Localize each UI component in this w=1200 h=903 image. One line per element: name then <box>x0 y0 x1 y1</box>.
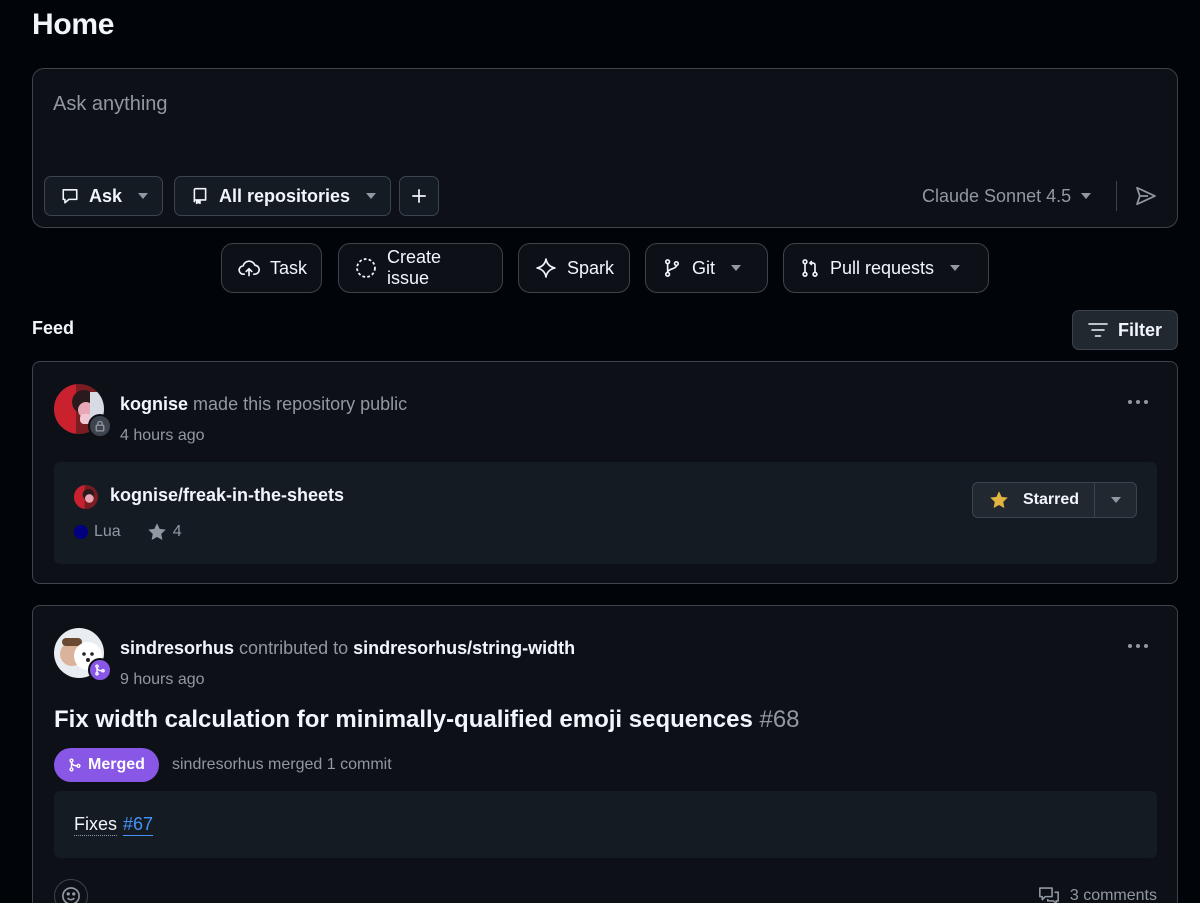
more-options-icon[interactable] <box>1123 392 1153 412</box>
chevron-down-icon <box>138 193 149 199</box>
chevron-down-icon <box>1110 497 1121 503</box>
comments-link[interactable]: 3 comments <box>1038 886 1157 903</box>
target-repo-link[interactable]: sindresorhus/string-width <box>353 638 575 658</box>
pr-title-text: Fix width calculation for minimally-qual… <box>54 706 753 733</box>
copilot-composer: Ask anything Ask All repositories Claude… <box>32 68 1178 228</box>
filter-button[interactable]: Filter <box>1072 310 1178 350</box>
repo-language: Lua <box>94 523 121 540</box>
language-color-dot <box>74 525 88 539</box>
repo-star-count[interactable]: 4 <box>173 523 182 541</box>
mode-select-label: Ask <box>89 185 123 206</box>
quick-action-create-issue[interactable]: Create issue <box>338 243 503 293</box>
quick-action-label: Create issue <box>387 247 442 288</box>
star-lists-dropdown[interactable] <box>1095 483 1136 517</box>
merged-status-badge: Merged <box>54 748 159 782</box>
pr-body: Fixes #67 <box>54 791 1157 858</box>
merge-summary: sindresorhus merged 1 commit <box>172 756 392 773</box>
quick-action-task[interactable]: Task <box>221 243 322 293</box>
fixes-keyword: Fixes <box>74 813 118 836</box>
feed-item-contribution: sindresorhus contributed to sindresorhus… <box>32 605 1178 903</box>
filter-icon <box>1088 322 1108 338</box>
pull-request-title[interactable]: Fix width calculation for minimally-qual… <box>54 706 800 734</box>
event-timestamp: 4 hours ago <box>120 427 205 444</box>
quick-action-label: Task <box>270 257 308 278</box>
repo-owner-avatar <box>74 485 98 509</box>
composer-divider <box>1116 181 1117 211</box>
git-merge-icon <box>88 658 112 682</box>
issue-link[interactable]: #67 <box>123 814 154 836</box>
chevron-down-icon <box>731 265 742 271</box>
event-action-text: made this repository public <box>193 394 408 414</box>
actor-avatar[interactable] <box>54 384 112 438</box>
more-options-icon[interactable] <box>1123 636 1153 656</box>
feed-item-repo-public: kognise made this repository public 4 ho… <box>32 361 1178 584</box>
quick-action-spark[interactable]: Spark <box>518 243 630 293</box>
star-button-group: Starred <box>972 482 1137 518</box>
add-context-button[interactable] <box>399 176 439 216</box>
event-description: kognise made this repository public <box>120 394 407 415</box>
model-select-label: Claude Sonnet 4.5 <box>922 185 1072 206</box>
repo-summary: kognise/freak-in-the-sheets Lua 4 Starre… <box>54 462 1157 564</box>
plus-icon <box>410 187 428 205</box>
starred-button[interactable]: Starred <box>973 483 1095 517</box>
quick-action-pull-requests[interactable]: Pull requests <box>783 243 989 293</box>
quick-action-label: Pull requests <box>830 257 935 278</box>
add-reaction-button[interactable] <box>54 879 88 903</box>
event-action-text: contributed to <box>239 638 349 658</box>
comments-count: 3 comments <box>1069 887 1157 903</box>
quick-action-label: Spark <box>567 257 615 278</box>
repo-meta: Lua 4 <box>74 522 182 542</box>
chevron-down-icon <box>950 265 961 271</box>
star-filled-icon <box>989 490 1009 510</box>
git-merge-icon <box>68 758 82 772</box>
model-select[interactable]: Claude Sonnet 4.5 <box>922 176 1092 216</box>
repo-link[interactable]: kognise/freak-in-the-sheets <box>110 485 344 506</box>
mode-select-button[interactable]: Ask <box>44 176 164 216</box>
filter-label: Filter <box>1118 319 1163 340</box>
cloud-upload-icon <box>238 257 260 279</box>
repo-icon <box>191 187 209 205</box>
pr-number: #68 <box>759 706 800 733</box>
send-icon <box>1135 185 1157 207</box>
quick-action-label: Git <box>692 257 716 278</box>
actor-avatar[interactable] <box>54 628 112 682</box>
git-branch-icon <box>662 258 682 278</box>
send-button[interactable] <box>1131 181 1161 211</box>
event-description: sindresorhus contributed to sindresorhus… <box>120 638 575 659</box>
comment-icon <box>61 187 79 205</box>
page-title: Home <box>32 8 115 41</box>
ask-input[interactable]: Ask anything <box>53 93 168 116</box>
smiley-icon <box>61 886 81 903</box>
lock-icon <box>88 414 112 438</box>
merged-label: Merged <box>88 756 145 773</box>
starred-label: Starred <box>1023 491 1080 508</box>
chevron-down-icon <box>1081 193 1092 199</box>
actor-link[interactable]: kognise <box>120 394 188 414</box>
feed-heading: Feed <box>32 318 75 338</box>
event-timestamp: 9 hours ago <box>120 671 205 688</box>
quick-action-git[interactable]: Git <box>645 243 768 293</box>
repository-scope-label: All repositories <box>219 185 351 206</box>
git-pull-request-icon <box>800 258 820 278</box>
issue-dashed-circle-icon <box>355 257 377 279</box>
comment-discussion-icon <box>1038 886 1060 903</box>
repository-scope-button[interactable]: All repositories <box>174 176 392 216</box>
sparkle-icon <box>535 257 557 279</box>
actor-link[interactable]: sindresorhus <box>120 638 234 658</box>
chevron-down-icon <box>366 193 377 199</box>
star-outline-icon <box>147 522 167 542</box>
